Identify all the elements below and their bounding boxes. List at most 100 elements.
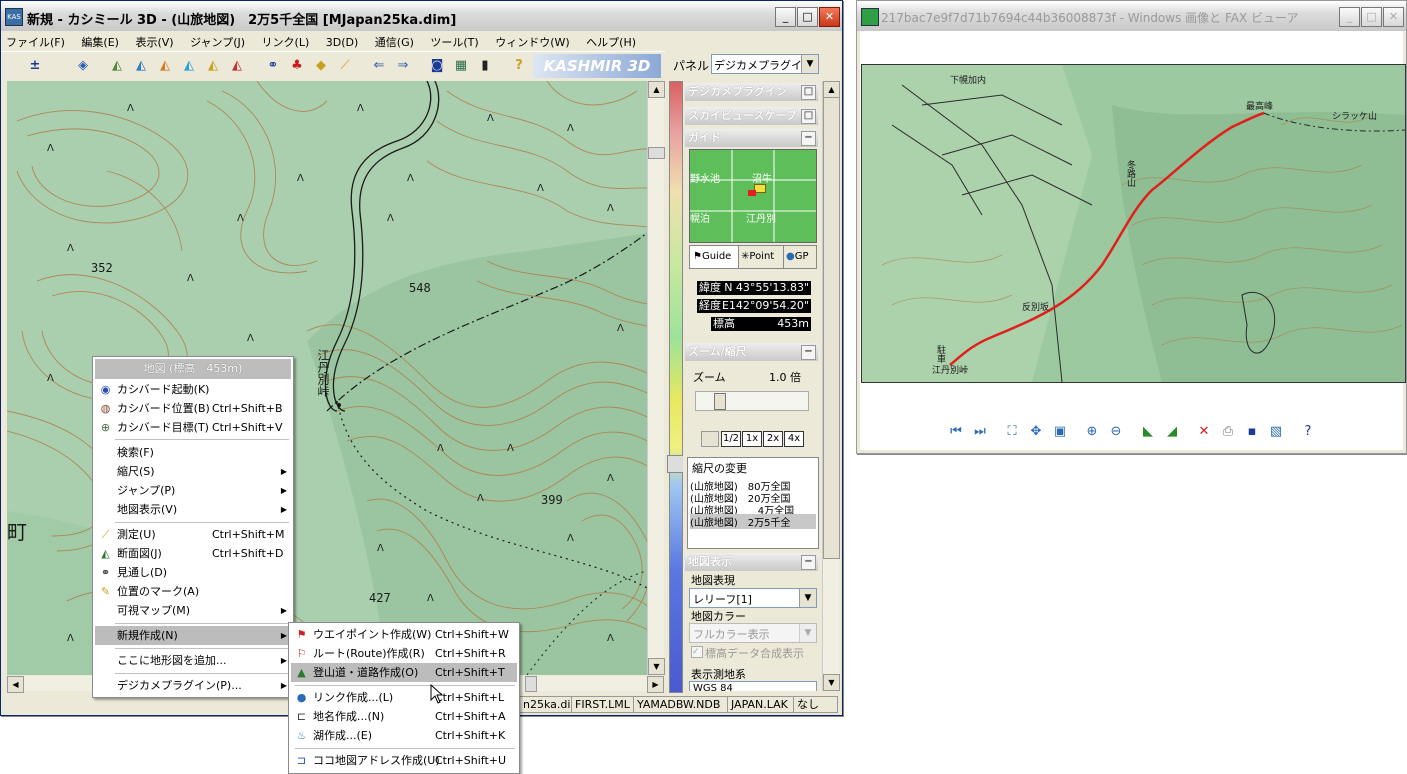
scroll-thumb[interactable]: [648, 147, 665, 159]
menu-item-new-create[interactable]: 新規作成(N) ▶: [95, 626, 291, 645]
zoom-slider[interactable]: [695, 391, 809, 411]
panel-header-mapdisp[interactable]: 地図表示 −: [685, 553, 818, 571]
viewer-close-button[interactable]: ✕: [1383, 7, 1404, 27]
collapse-icon[interactable]: −: [801, 131, 816, 146]
slideshow-icon[interactable]: ▣: [1051, 423, 1069, 441]
menu-3d[interactable]: 3D(D): [321, 33, 367, 49]
expand-icon[interactable]: □: [801, 109, 816, 124]
zoom-in-icon[interactable]: ⊕: [1083, 423, 1101, 441]
ruler-icon[interactable]: ⟋: [335, 57, 355, 75]
menu-item-map-display[interactable]: 地図表示(V) ▶: [95, 500, 291, 519]
menu-link[interactable]: リンク(L): [257, 31, 318, 50]
expand-icon[interactable]: □: [801, 85, 816, 100]
scroll-left-button[interactable]: ◀: [7, 676, 24, 693]
forward-arrow-icon[interactable]: ⇒: [393, 57, 413, 75]
submenu-item-coco-address[interactable]: ⊐ ココ地図アドレス作成(U) Ctrl+Shift+U: [291, 751, 517, 770]
birds-icon[interactable]: ♣: [287, 57, 307, 75]
panel-vertical-scrollbar[interactable]: ▲ ▼: [822, 81, 840, 691]
zoom-half-button[interactable]: 1/2: [721, 431, 741, 447]
tab-gps[interactable]: ●GP: [783, 245, 817, 269]
menu-edit[interactable]: 編集(E): [76, 31, 127, 50]
save-icon[interactable]: ▪: [1243, 423, 1261, 441]
back-arrow-icon[interactable]: ⇐: [369, 57, 389, 75]
zoom-plusminus-icon[interactable]: ±: [25, 57, 45, 75]
help-icon[interactable]: ?: [1299, 423, 1317, 441]
zoom-1x-button[interactable]: 1x: [742, 431, 762, 447]
menu-jump[interactable]: ジャンプ(J): [185, 31, 253, 50]
panel-select[interactable]: デジカメプラグイ ▼: [711, 54, 819, 74]
zoom-blank-button[interactable]: [701, 431, 719, 447]
map-vertical-scrollbar[interactable]: ▲ ▼: [647, 81, 665, 675]
scroll-down-button[interactable]: ▼: [648, 658, 665, 675]
menu-item-add-terrain[interactable]: ここに地形図を追加... ▶: [95, 651, 291, 670]
elev-blend-checkbox[interactable]: ✓: [691, 646, 703, 658]
submenu-item-trail[interactable]: ▲ 登山道・道路作成(O) Ctrl+Shift+T: [291, 663, 517, 682]
menu-tools[interactable]: ツール(T): [425, 31, 486, 50]
menu-item-digicam-plugin[interactable]: デジカメプラグイン(P)... ▶: [95, 676, 291, 695]
rotate-clockwise-icon[interactable]: ◣: [1139, 423, 1157, 441]
help-icon[interactable]: ?: [509, 57, 529, 75]
menu-item-measure[interactable]: ⟋ 測定(U) Ctrl+Shift+M: [95, 525, 291, 544]
map-relief-icon[interactable]: ◭: [107, 57, 127, 75]
layer-icon[interactable]: ◈: [73, 57, 93, 75]
chevron-down-icon[interactable]: ▼: [801, 55, 818, 73]
panel-header-zoom[interactable]: ズーム/縮尺 −: [685, 343, 818, 361]
submenu-item-lake[interactable]: ♨ 湖作成...(E) Ctrl+Shift+K: [291, 726, 517, 745]
menu-item-kashbird-target[interactable]: ⊕ カシバード目標(T) Ctrl+Shift+V: [95, 418, 291, 437]
menu-item-kashbird-launch[interactable]: ◉ カシバード起動(K): [95, 380, 291, 399]
edit-image-icon[interactable]: ▧: [1267, 423, 1285, 441]
panel-scroll-down-button[interactable]: ▼: [823, 674, 840, 691]
panel-header-digicam[interactable]: デジカメプラグイン □: [685, 83, 818, 101]
hscroll-thumb[interactable]: [525, 676, 537, 692]
submenu-item-waypoint[interactable]: ⚑ ウエイポイント作成(W) Ctrl+Shift+W: [291, 625, 517, 644]
datum-select[interactable]: WGS 84: [689, 681, 817, 691]
viewer-minimize-button[interactable]: _: [1339, 7, 1360, 27]
panel-header-guide[interactable]: ガイド −: [685, 129, 818, 147]
collapse-icon[interactable]: −: [801, 345, 816, 360]
next-image-icon[interactable]: ⏭: [971, 423, 989, 441]
scroll-right-button[interactable]: ▶: [647, 676, 664, 693]
camera-icon[interactable]: ◙: [427, 57, 447, 75]
menu-item-profile[interactable]: ◭ 断面図(J) Ctrl+Shift+D: [95, 544, 291, 563]
scale-list-item-selected[interactable]: (山旅地図) 2万5千全: [690, 514, 816, 529]
chevron-down-icon[interactable]: ▼: [799, 624, 816, 642]
chevron-down-icon[interactable]: ▼: [799, 589, 816, 607]
submenu-item-placename[interactable]: ⊏ 地名作成...(N) Ctrl+Shift+A: [291, 707, 517, 726]
rotate-counterclockwise-icon[interactable]: ◢: [1163, 423, 1181, 441]
tab-point[interactable]: ✳Point: [738, 245, 784, 269]
previous-image-icon[interactable]: ⏮: [947, 423, 965, 441]
menu-help[interactable]: ヘルプ(H): [581, 31, 644, 50]
map-shade-icon[interactable]: ◭: [131, 57, 151, 75]
close-button[interactable]: ✕: [819, 7, 840, 27]
expression-select[interactable]: レリーフ[1] ▼: [689, 588, 817, 608]
menu-item-search[interactable]: 検索(F): [95, 443, 291, 462]
panel-scroll-up-button[interactable]: ▲: [823, 81, 840, 98]
menu-item-line-of-sight[interactable]: ⚭ 見通し(D): [95, 563, 291, 582]
submenu-item-route[interactable]: ⚐ ルート(Route)作成(R) Ctrl+Shift+R: [291, 644, 517, 663]
map-yellow-icon[interactable]: ◭: [203, 57, 223, 75]
minimize-button[interactable]: _: [775, 7, 796, 27]
collapse-icon[interactable]: −: [801, 555, 816, 570]
tag-icon[interactable]: ◆: [311, 57, 331, 75]
binoculars-icon[interactable]: ⚭: [263, 57, 283, 75]
menu-item-kashbird-position[interactable]: ◍ カシバード位置(B) Ctrl+Shift+B: [95, 399, 291, 418]
menu-item-jump[interactable]: ジャンプ(P) ▶: [95, 481, 291, 500]
delete-icon[interactable]: ✕: [1195, 423, 1213, 441]
map-red-icon[interactable]: ◭: [227, 57, 247, 75]
film-icon[interactable]: ▦: [451, 57, 471, 75]
scroll-up-button[interactable]: ▲: [648, 81, 665, 98]
menu-window[interactable]: ウィンドウ(W): [490, 31, 577, 50]
viewer-map-image[interactable]: 最高峰 シラッケ山 冬路山 下幌加内 江丹別峠 駐車 反別坂: [861, 64, 1406, 383]
main-title-bar[interactable]: KAS 新規 - カシミール 3D - (山旅地図) 2万5千全国 [MJapa…: [1, 1, 842, 31]
maximize-button[interactable]: □: [797, 7, 818, 27]
actual-size-icon[interactable]: ✥: [1027, 423, 1045, 441]
guide-minimap[interactable]: 野水池 沼牛 幌泊 江丹別: [689, 149, 817, 243]
viewer-title-bar[interactable]: 217bac7e9f7d71b7694c44b36008873f - Windo…: [857, 1, 1406, 31]
menu-item-scale[interactable]: 縮尺(S) ▶: [95, 462, 291, 481]
zoom-out-icon[interactable]: ⊖: [1107, 423, 1125, 441]
tab-guide[interactable]: ⚑Guide: [689, 245, 739, 269]
menu-comm[interactable]: 通信(G): [370, 31, 422, 50]
map-color-icon[interactable]: ◭: [155, 57, 175, 75]
gps-device-icon[interactable]: ▮: [475, 57, 495, 75]
zoom-4x-button[interactable]: 4x: [784, 431, 804, 447]
